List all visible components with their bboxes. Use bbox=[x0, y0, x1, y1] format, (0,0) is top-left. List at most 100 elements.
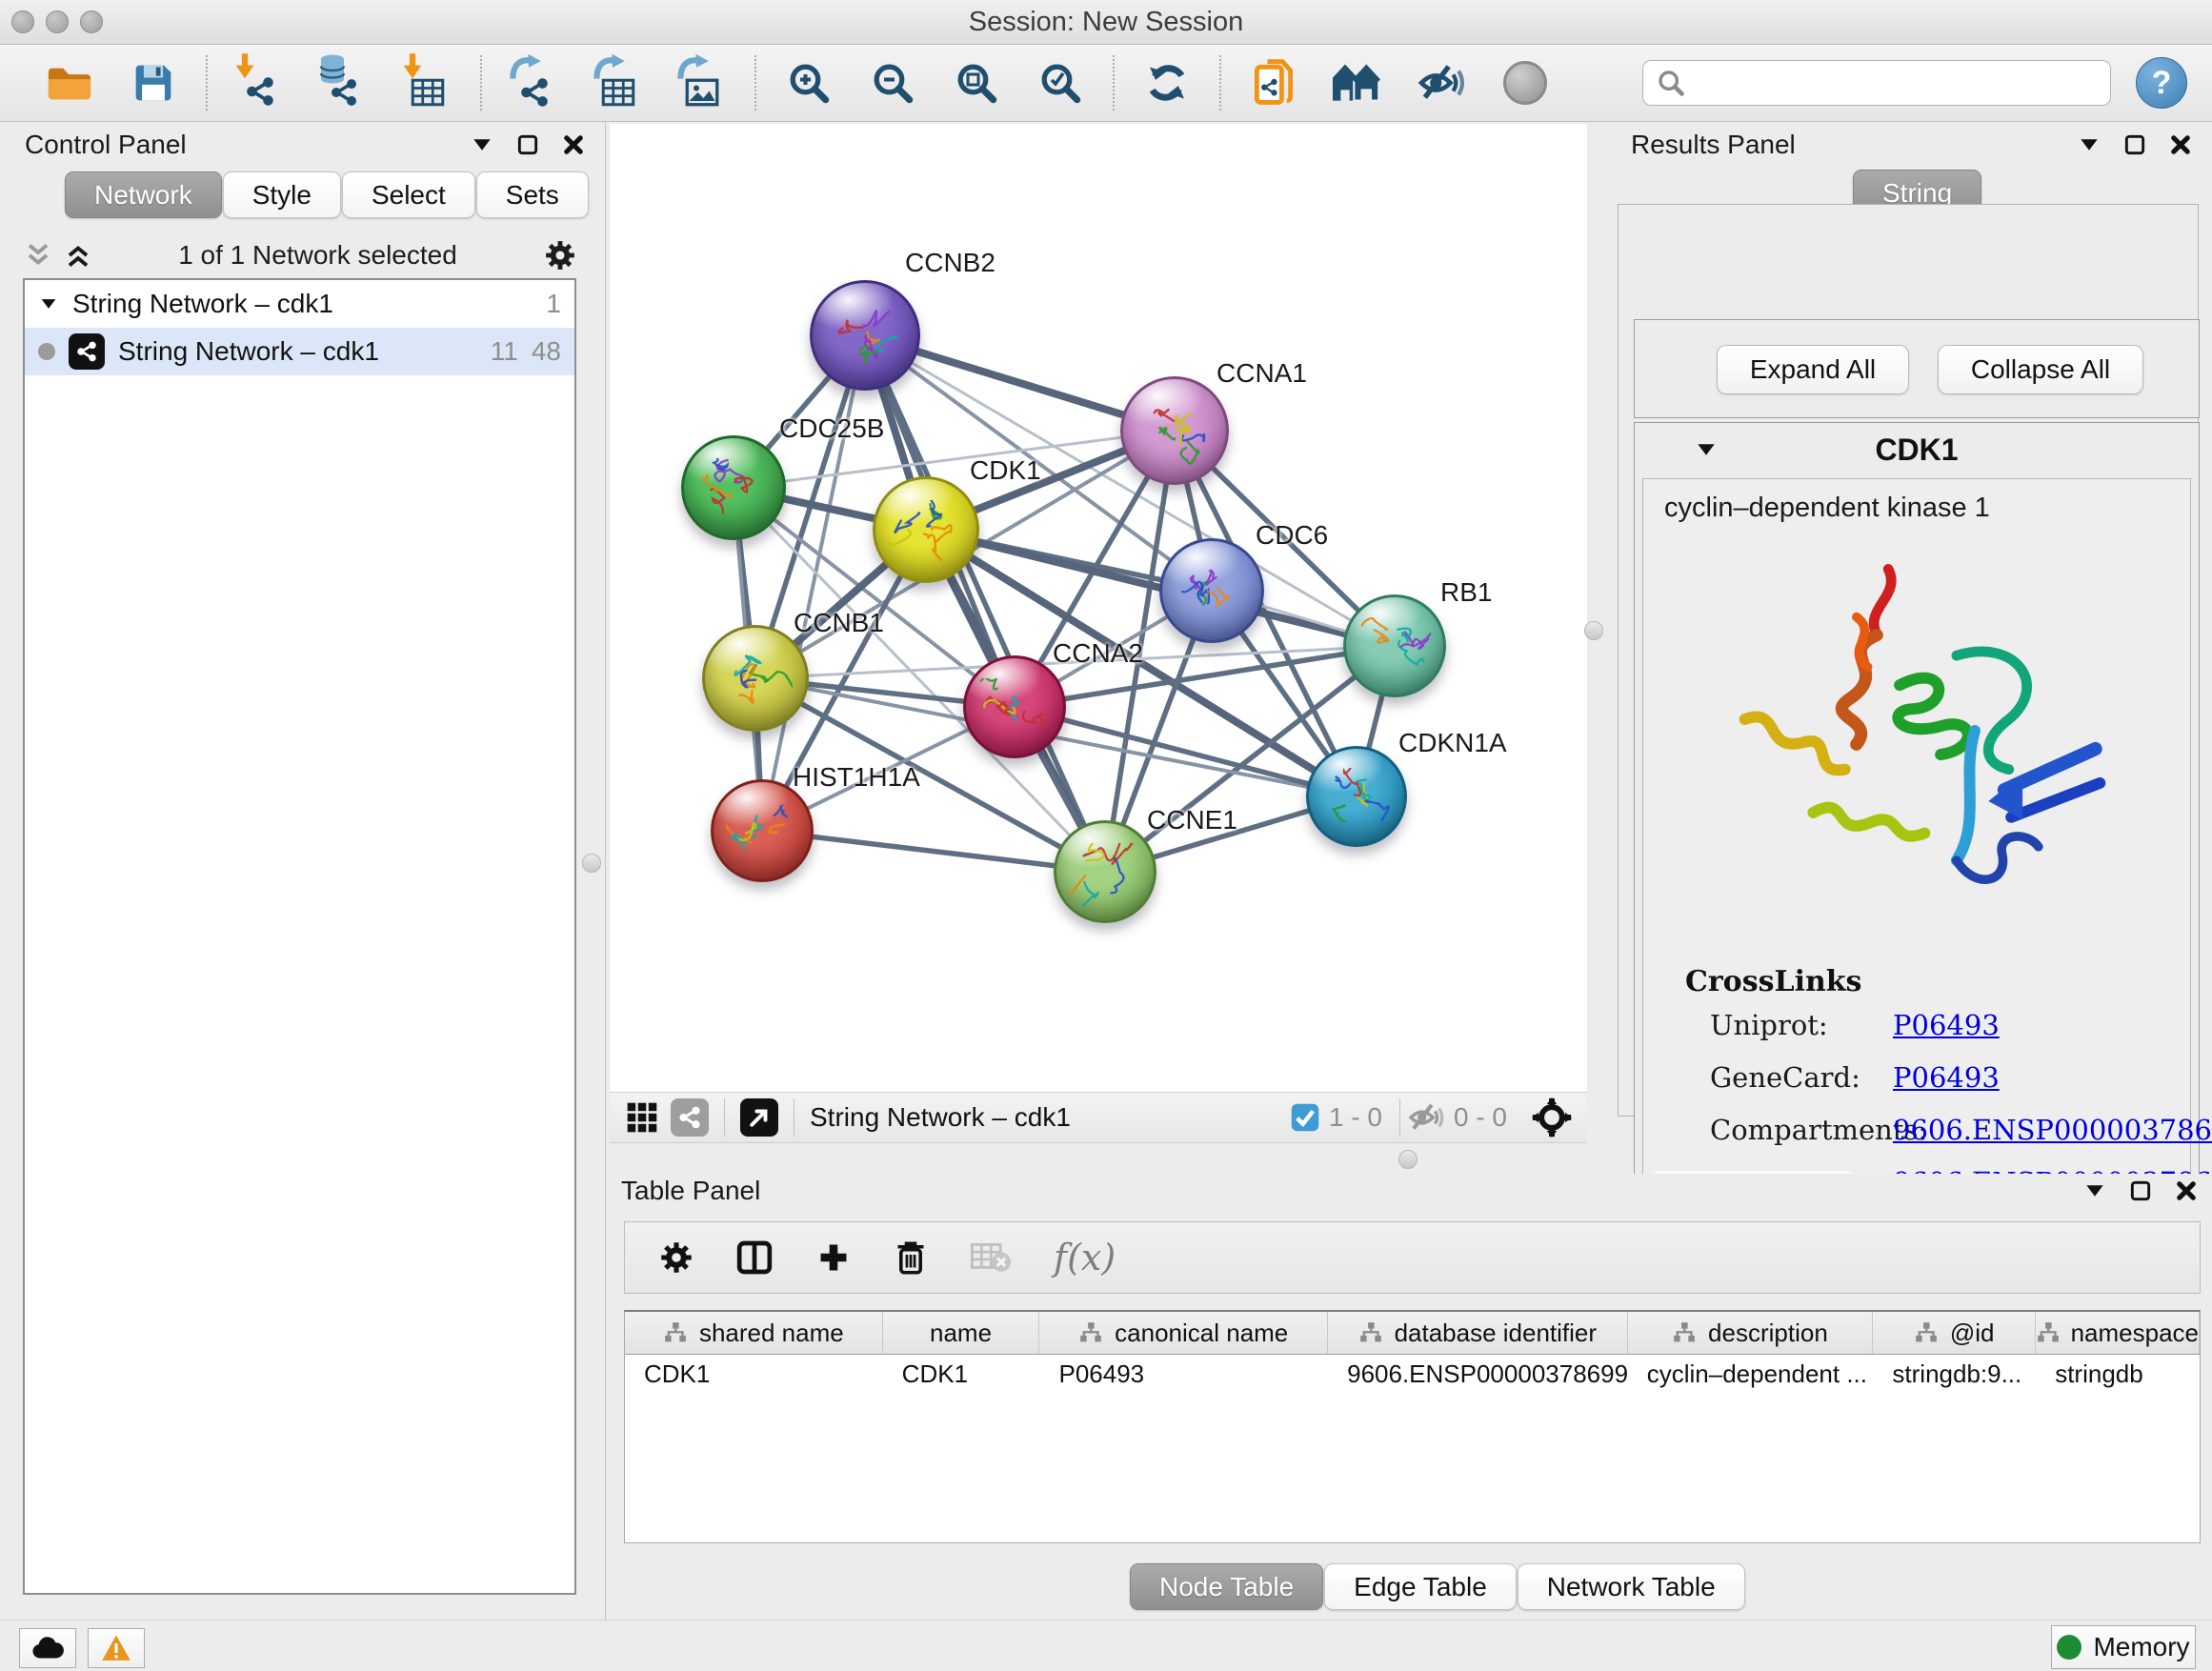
network-node-hist1h1a[interactable] bbox=[711, 779, 814, 882]
column-tree-icon bbox=[1078, 1320, 1103, 1345]
collapse-all-button[interactable]: Collapse All bbox=[1938, 345, 2143, 394]
node-structure-thumbnail bbox=[1069, 843, 1141, 907]
right-splitter-handle[interactable] bbox=[1584, 621, 1603, 640]
tab-network-table[interactable]: Network Table bbox=[1518, 1563, 1745, 1610]
memory-button[interactable]: Memory bbox=[2051, 1625, 2196, 1669]
tab-node-table[interactable]: Node Table bbox=[1130, 1563, 1323, 1610]
import-table-button[interactable] bbox=[400, 55, 455, 111]
table-cell-name[interactable]: CDK1 bbox=[883, 1359, 1040, 1389]
export-image-button[interactable] bbox=[674, 55, 730, 111]
table-cell-shared-name[interactable]: CDK1 bbox=[625, 1359, 883, 1389]
network-node-cdkn1a[interactable] bbox=[1306, 746, 1407, 847]
collection-count: 1 bbox=[546, 289, 561, 319]
collapse-all-icon[interactable] bbox=[25, 241, 51, 270]
panel-menu-icon[interactable] bbox=[2077, 132, 2101, 157]
column-header-shared-name[interactable]: shared name bbox=[625, 1312, 883, 1354]
network-node-ccnb2[interactable] bbox=[810, 280, 920, 391]
column-header-canonical-name[interactable]: canonical name bbox=[1039, 1312, 1328, 1354]
import-database-button[interactable] bbox=[316, 55, 372, 111]
crosslink-link-genecard[interactable]: P06493 bbox=[1893, 1061, 2000, 1094]
tab-edge-table[interactable]: Edge Table bbox=[1324, 1563, 1517, 1610]
crosslink-link-compartments[interactable]: 9606.ENSP00000378699 bbox=[1893, 1114, 2212, 1146]
tab-select[interactable]: Select bbox=[342, 171, 475, 218]
panel-close-icon[interactable] bbox=[2174, 1178, 2199, 1203]
delete-column-icon[interactable] bbox=[894, 1238, 928, 1277]
panel-float-icon[interactable] bbox=[2122, 132, 2147, 157]
update-network-button[interactable] bbox=[1139, 55, 1195, 111]
table-cell-canonical-name[interactable]: P06493 bbox=[1039, 1359, 1328, 1389]
network-node-cdk1[interactable] bbox=[873, 476, 979, 583]
node-label-ccna1: CCNA1 bbox=[1217, 358, 1307, 389]
search-icon bbox=[1657, 69, 1685, 97]
network-node-ccna1[interactable] bbox=[1120, 376, 1229, 485]
export-table-button[interactable] bbox=[591, 55, 646, 111]
left-splitter-handle[interactable] bbox=[582, 854, 601, 873]
hide-selected-button[interactable] bbox=[1414, 55, 1469, 111]
column-header-database-identifier[interactable]: database identifier bbox=[1328, 1312, 1628, 1354]
network-node-ccna2[interactable] bbox=[963, 655, 1066, 758]
zoom-in-button[interactable] bbox=[781, 55, 836, 111]
table-row[interactable]: CDK1CDK1P064939606.ENSP00000378699cyclin… bbox=[625, 1355, 2200, 1393]
network-node-ccnb1[interactable] bbox=[702, 625, 809, 732]
cloud-status-button[interactable] bbox=[19, 1628, 76, 1668]
search-input[interactable] bbox=[1642, 60, 2111, 106]
network-node-rb1[interactable] bbox=[1343, 594, 1446, 697]
protein-structure-image bbox=[1718, 540, 2127, 921]
table-cell-namespace[interactable]: stringdb bbox=[2036, 1359, 2200, 1389]
node-structure-thumbnail bbox=[697, 458, 771, 523]
network-options-gear-icon[interactable] bbox=[544, 239, 576, 272]
expand-all-icon[interactable] bbox=[65, 241, 91, 270]
panel-float-icon[interactable] bbox=[515, 132, 540, 157]
show-hide-panels-button[interactable] bbox=[1330, 55, 1385, 111]
open-session-button[interactable] bbox=[42, 55, 97, 111]
column-header-name[interactable]: name bbox=[883, 1312, 1040, 1354]
table-cell-@id[interactable]: stringdb:9... bbox=[1873, 1359, 2036, 1389]
zoom-out-button[interactable] bbox=[865, 55, 920, 111]
zoom-fit-button[interactable] bbox=[949, 55, 1004, 111]
crosshair-icon[interactable] bbox=[1532, 1097, 1572, 1137]
tab-sets[interactable]: Sets bbox=[476, 171, 589, 218]
panel-menu-icon[interactable] bbox=[470, 132, 494, 157]
panel-float-icon[interactable] bbox=[2128, 1178, 2153, 1203]
network-node-ccne1[interactable] bbox=[1054, 820, 1156, 923]
network-view-canvas[interactable]: CCNB2CCNA1CDC25BCDK1CDC6RB1CCNB1CCNA2CDK… bbox=[610, 124, 1587, 1092]
preview-sphere-icon[interactable] bbox=[1498, 55, 1553, 111]
hidden-eye-icon[interactable] bbox=[1408, 1102, 1444, 1133]
grid-view-icon[interactable] bbox=[623, 1098, 661, 1137]
birdseye-view-icon[interactable] bbox=[740, 1098, 778, 1137]
horizontal-splitter-handle[interactable] bbox=[1398, 1150, 1418, 1169]
network-tree-item-row[interactable]: String Network – cdk1 11 48 bbox=[25, 328, 574, 375]
node-description: cyclin–dependent kinase 1 bbox=[1664, 493, 1990, 524]
help-button[interactable]: ? bbox=[2136, 57, 2187, 109]
panel-menu-icon[interactable] bbox=[2082, 1178, 2107, 1203]
expand-all-button[interactable]: Expand All bbox=[1717, 345, 1909, 394]
cloud-icon bbox=[31, 1637, 64, 1660]
tab-network[interactable]: Network bbox=[65, 171, 222, 218]
export-network-button[interactable] bbox=[507, 55, 562, 111]
network-node-cdc25b[interactable] bbox=[681, 435, 786, 540]
network-edge-CCNB2-HIST1H1A[interactable] bbox=[762, 335, 865, 831]
table-cell-database-identifier[interactable]: 9606.ENSP00000378699 bbox=[1328, 1359, 1628, 1389]
add-column-icon[interactable] bbox=[815, 1239, 852, 1276]
show-columns-icon[interactable] bbox=[735, 1238, 774, 1277]
crosslink-link-uniprot[interactable]: P06493 bbox=[1893, 1009, 2000, 1041]
tree-expand-icon[interactable] bbox=[38, 293, 59, 314]
panel-close-icon[interactable] bbox=[561, 132, 586, 157]
selected-checkbox-icon[interactable] bbox=[1291, 1103, 1319, 1132]
zoom-selected-button[interactable] bbox=[1033, 55, 1088, 111]
save-session-button[interactable] bbox=[126, 55, 181, 111]
panel-close-icon[interactable] bbox=[2168, 132, 2193, 157]
tab-style[interactable]: Style bbox=[223, 171, 341, 218]
network-node-cdc6[interactable] bbox=[1159, 538, 1264, 643]
column-header-namespace[interactable]: namespace bbox=[2036, 1312, 2200, 1354]
column-header-@id[interactable]: @id bbox=[1873, 1312, 2036, 1354]
warnings-button[interactable] bbox=[88, 1628, 145, 1668]
duplicate-network-button[interactable] bbox=[1246, 55, 1301, 111]
table-options-gear-icon[interactable] bbox=[659, 1240, 694, 1275]
node-structure-thumbnail bbox=[1321, 768, 1392, 831]
column-header-description[interactable]: description bbox=[1628, 1312, 1874, 1354]
network-badge-icon[interactable] bbox=[671, 1098, 709, 1137]
network-tree-root-row[interactable]: String Network – cdk1 1 bbox=[25, 280, 574, 328]
table-cell-description[interactable]: cyclin–dependent ... bbox=[1628, 1359, 1874, 1389]
import-network-button[interactable] bbox=[232, 55, 288, 111]
